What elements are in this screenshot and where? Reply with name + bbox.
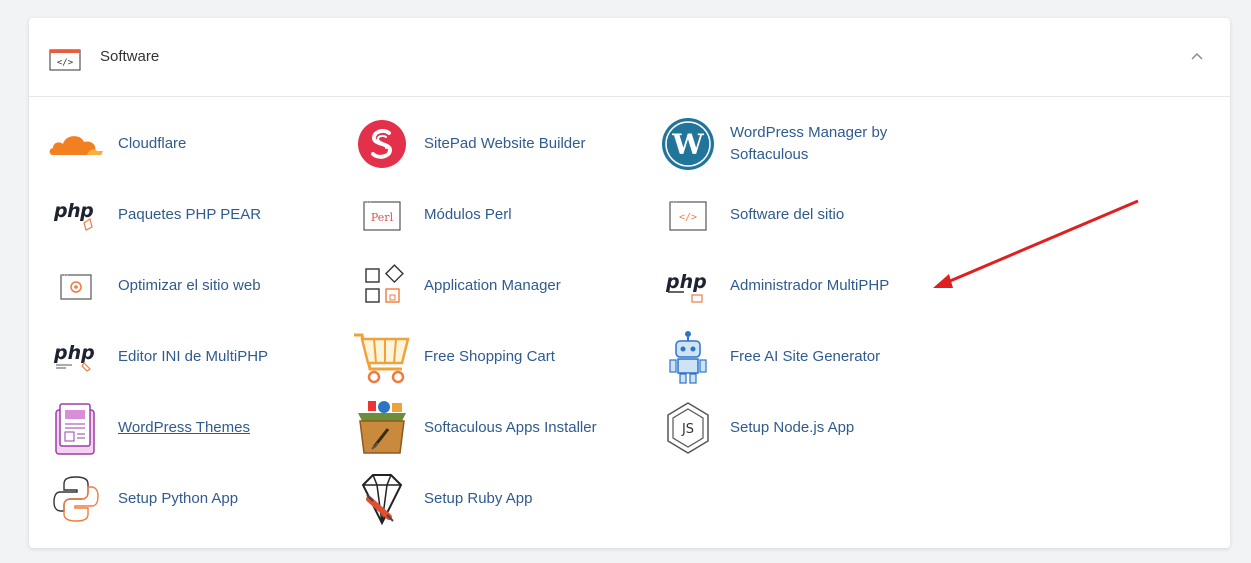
item-label: Free Shopping Cart <box>424 348 555 365</box>
item-label: Cloudflare <box>118 135 187 152</box>
software-panel: </> Software Cloudflare php Paquetes PHP… <box>29 18 1230 548</box>
php-pear-icon: php <box>46 186 106 244</box>
code-window-icon: </> <box>49 49 81 71</box>
software-item-perl[interactable]: Perl Módulos Perl <box>352 186 512 244</box>
cloudflare-icon <box>46 115 106 173</box>
item-label: Setup Python App <box>118 490 239 507</box>
software-item-site-software[interactable]: </> Software del sitio <box>658 186 844 244</box>
software-item-app-manager[interactable]: Application Manager <box>352 257 561 315</box>
software-item-wordpress-themes[interactable]: WordPress Themes <box>46 399 250 457</box>
software-item-sitepad[interactable]: SitePad Website Builder <box>352 115 585 173</box>
svg-text:JS: JS <box>681 422 694 437</box>
svg-text:php: php <box>53 342 95 364</box>
item-label: Administrador MultiPHP <box>730 277 890 294</box>
item-label: WordPress Manager by Softaculous <box>730 124 888 163</box>
item-label: Setup Node.js App <box>730 419 855 436</box>
item-label: SitePad Website Builder <box>424 135 586 152</box>
item-label: Softaculous Apps Installer <box>424 419 597 436</box>
shopping-cart-icon <box>352 328 412 386</box>
item-label: Módulos Perl <box>424 206 512 223</box>
item-label: Setup Ruby App <box>424 490 533 507</box>
php-manager-icon: php <box>658 257 718 315</box>
ruby-icon <box>352 470 412 528</box>
panel-header[interactable]: </> Software <box>29 18 1230 97</box>
optimize-gear-icon <box>46 257 106 315</box>
software-item-nodejs[interactable]: JS Setup Node.js App <box>658 399 854 457</box>
svg-text:</>: </> <box>57 58 74 68</box>
item-label: WordPress Themes <box>118 419 250 436</box>
software-item-php-pear[interactable]: php Paquetes PHP PEAR <box>46 186 261 244</box>
wordpress-themes-icon <box>46 399 106 457</box>
software-item-wordpress-manager[interactable]: W WordPress Manager by Softaculous <box>658 115 960 173</box>
code-window-icon: </> <box>658 186 718 244</box>
software-item-shopping-cart[interactable]: Free Shopping Cart <box>352 328 555 386</box>
panel-title: Software <box>100 48 160 65</box>
software-item-cloudflare[interactable]: Cloudflare <box>46 115 186 173</box>
item-label: Free AI Site Generator <box>730 348 881 365</box>
perl-icon: Perl <box>352 186 412 244</box>
svg-text:W: W <box>671 128 704 161</box>
robot-icon <box>658 328 718 386</box>
svg-text:php: php <box>53 200 93 222</box>
svg-text:</>: </> <box>679 212 697 223</box>
software-item-php-ini-editor[interactable]: php Editor INI de MultiPHP <box>46 328 268 386</box>
nodejs-icon: JS <box>658 399 718 457</box>
item-label: Software del sitio <box>730 206 845 223</box>
item-label: Application Manager <box>424 277 561 294</box>
svg-text:Perl: Perl <box>371 211 394 224</box>
php-ini-editor-icon: php <box>46 328 106 386</box>
software-item-ai-site-generator[interactable]: Free AI Site Generator <box>658 328 880 386</box>
sitepad-icon <box>352 115 412 173</box>
software-item-ruby[interactable]: Setup Ruby App <box>352 470 532 528</box>
python-icon <box>46 470 106 528</box>
item-label: Editor INI de MultiPHP <box>118 348 269 365</box>
softaculous-icon <box>352 399 412 457</box>
app-manager-icon <box>352 257 412 315</box>
software-item-python[interactable]: Setup Python App <box>46 470 238 528</box>
wordpress-icon: W <box>658 115 718 173</box>
chevron-up-icon[interactable] <box>1188 48 1206 66</box>
item-label: Optimizar el sitio web <box>118 277 261 294</box>
software-item-optimize[interactable]: Optimizar el sitio web <box>46 257 261 315</box>
software-item-multiphp-manager[interactable]: php Administrador MultiPHP <box>658 257 889 315</box>
svg-text:php: php <box>665 271 707 293</box>
item-label: Paquetes PHP PEAR <box>118 206 262 223</box>
software-item-softaculous[interactable]: Softaculous Apps Installer <box>352 399 597 457</box>
